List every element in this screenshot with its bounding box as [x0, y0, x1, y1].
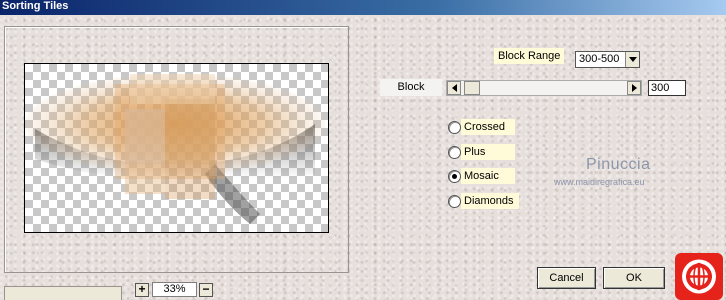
zoom-level-field: 33%: [152, 282, 197, 297]
block-range-value: 300-500: [579, 53, 620, 65]
preview-image: [24, 63, 329, 233]
radio-mosaic[interactable]: [448, 170, 461, 183]
watermark-url: www.maidiregrafica.eu: [554, 177, 645, 187]
ok-button[interactable]: OK: [603, 267, 665, 289]
block-range-select[interactable]: 300-500: [575, 51, 640, 68]
zoom-in-button[interactable]: +: [135, 283, 149, 297]
block-value-field[interactable]: 300: [648, 80, 686, 96]
chevron-down-icon[interactable]: [625, 52, 639, 67]
scroll-right-icon[interactable]: [627, 81, 641, 95]
cancel-button[interactable]: Cancel: [537, 267, 596, 289]
block-slider-thumb[interactable]: [464, 81, 480, 95]
web-globe-icon[interactable]: [675, 253, 723, 300]
radio-crossed[interactable]: [448, 121, 461, 134]
block-label: Block: [380, 79, 442, 96]
zoom-out-button[interactable]: −: [199, 283, 213, 297]
block-range-label: Block Range: [494, 48, 565, 64]
scroll-left-icon[interactable]: [447, 81, 461, 95]
radio-label-plus: Plus: [461, 144, 515, 160]
radio-diamonds[interactable]: [448, 195, 461, 208]
block-slider[interactable]: [446, 80, 642, 96]
radio-label-mosaic: Mosaic: [461, 168, 515, 184]
window-title: Sorting Tiles: [0, 0, 726, 15]
zoom-status-well: [4, 286, 122, 300]
watermark-name: Pinuccia: [586, 156, 651, 173]
radio-label-diamonds: Diamonds: [461, 193, 519, 209]
preview-tiles-graphic: [25, 74, 325, 224]
radio-label-crossed: Crossed: [461, 119, 515, 135]
radio-plus[interactable]: [448, 146, 461, 159]
